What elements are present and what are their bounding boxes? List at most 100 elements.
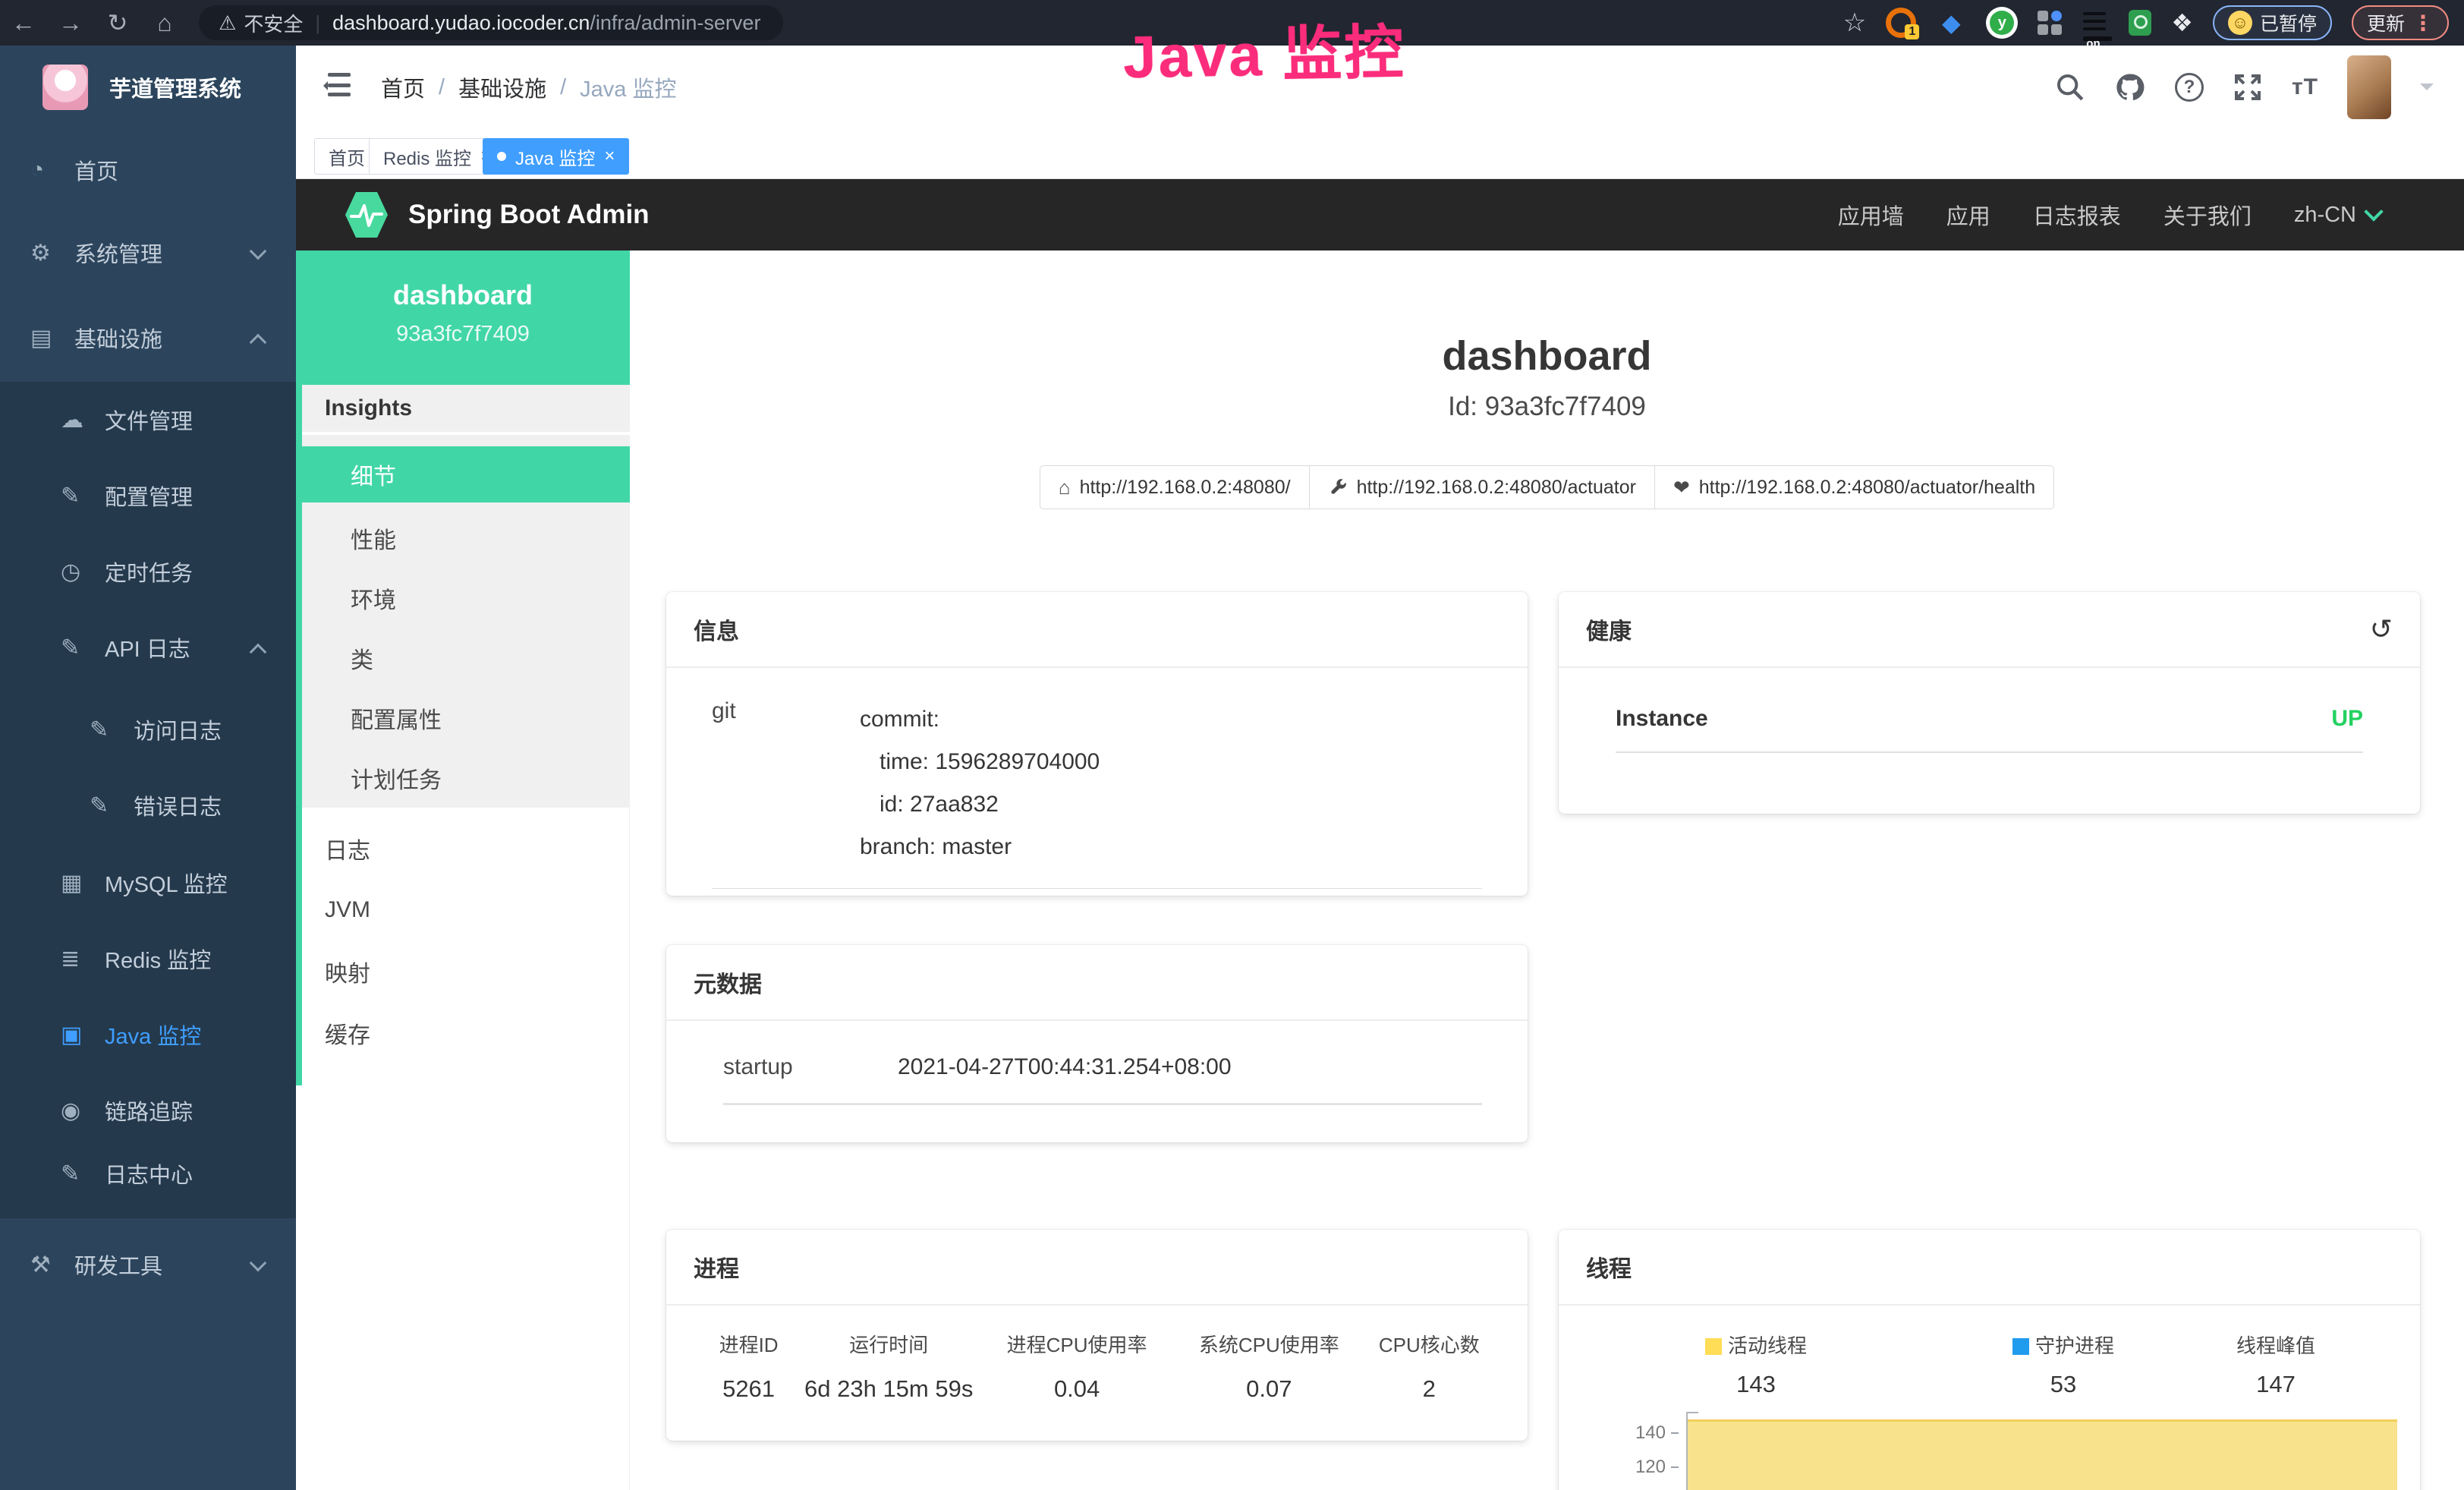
sba-item-caches[interactable]: 缓存: [302, 1003, 630, 1063]
fullscreen-icon[interactable]: [2233, 72, 2263, 102]
locale-select[interactable]: zh-CN: [2294, 203, 2381, 228]
uptime: 6d 23h 15m 59s: [801, 1375, 977, 1403]
sidebar-item-scheduled-jobs[interactable]: ◷ 定时任务: [0, 537, 296, 606]
not-secure-icon: ⚠: [219, 11, 236, 35]
status-badge: UP: [2331, 706, 2363, 732]
app-logo-row[interactable]: 芋道管理系统: [0, 46, 296, 129]
sidebar-item-error-log[interactable]: ✎ 错误日志: [0, 770, 296, 840]
emoji-face-icon: ☺: [2228, 11, 2252, 35]
log-edit-icon: ✎: [90, 717, 134, 743]
extension-grid-icon[interactable]: [2038, 11, 2062, 35]
chevron-up-icon: [250, 644, 267, 661]
sidebar-item-log-center[interactable]: ✎ 日志中心: [0, 1139, 296, 1208]
sba-item-environment[interactable]: 环境: [302, 570, 630, 626]
nav-app-wall[interactable]: 应用墙: [1838, 199, 1904, 231]
info-row-git: git commit: time: 1596289704000 id: 27aa…: [712, 698, 1482, 889]
instance-id: 93a3fc7f7409: [296, 322, 630, 347]
health-url-button[interactable]: ❤ http://192.168.0.2:48080/actuator/heal…: [1654, 465, 2054, 509]
sba-item-metrics[interactable]: 性能: [302, 510, 630, 566]
annotation-java-monitor: Java 监控: [1122, 5, 1406, 95]
extension-pin-icon[interactable]: ◆: [1936, 8, 1966, 38]
legend-daemon-threads: 守护进程: [1949, 1331, 2177, 1359]
tag-tab-bar: 首页 Redis 监控 × Java 监控 ×: [296, 129, 2464, 179]
instance-header[interactable]: dashboard 93a3fc7f7409: [296, 250, 630, 385]
breadcrumb: 首页 / 基础设施 / Java 监控: [381, 46, 676, 129]
peak-threads-value: 147: [2166, 1371, 2386, 1398]
sba-item-scheduled-tasks[interactable]: 计划任务: [302, 750, 630, 806]
search-icon[interactable]: [2055, 72, 2085, 102]
sidebar-item-home[interactable]: ◔ 首页: [0, 135, 296, 205]
app-logo: [42, 65, 88, 110]
ytick-140: 140: [1589, 1422, 1679, 1444]
cloud-icon: ☁: [61, 407, 105, 433]
instance-url-button[interactable]: ⌂ http://192.168.0.2:48080/: [1040, 465, 1310, 509]
sidebar-item-config-manage[interactable]: ✎ 配置管理: [0, 461, 296, 531]
tab-java-monitor[interactable]: Java 监控 ×: [483, 138, 629, 175]
address-bar[interactable]: ⚠ 不安全 | dashboard.yudao.iocoder.cn /infr…: [199, 5, 783, 40]
sidebar-item-access-log[interactable]: ✎ 访问日志: [0, 695, 296, 764]
avatar-caret-icon[interactable]: [2420, 83, 2434, 97]
breadcrumb-home[interactable]: 首页: [381, 71, 425, 103]
forward-icon[interactable]: →: [47, 9, 94, 37]
extension-y-icon[interactable]: y: [1986, 7, 2018, 39]
layers-icon: ≣: [61, 946, 105, 972]
sidebar-item-infra[interactable]: ▤ 基础设施: [0, 303, 296, 373]
user-avatar[interactable]: [2347, 55, 2391, 119]
sidebar-item-mysql-monitor[interactable]: ▦ MySQL 监控: [0, 848, 296, 918]
sba-item-mappings[interactable]: 映射: [302, 941, 630, 1002]
update-pill[interactable]: 更新 ⋮: [2352, 5, 2449, 40]
sba-navbar: Spring Boot Admin 应用墙 应用 日志报表 关于我们 zh-CN: [296, 179, 2464, 250]
close-icon[interactable]: ×: [604, 146, 615, 167]
sidebar-item-system[interactable]: ⚙ 系统管理: [0, 218, 296, 288]
extension-reader-icon[interactable]: [2129, 10, 2151, 36]
sidebar-item-api-log[interactable]: ✎ API 日志: [0, 613, 296, 682]
process-value-row: 5261 6d 23h 15m 59s 0.04 0.07 2: [697, 1375, 1497, 1403]
hamburger-icon[interactable]: [320, 73, 351, 100]
sba-main: dashboard Id: 93a3fc7f7409 ⌂ http://192.…: [630, 250, 2464, 1490]
paused-pill[interactable]: ☺ 已暂停: [2213, 5, 2332, 40]
home-icon[interactable]: ⌂: [141, 9, 188, 37]
extension-colorzilla-icon[interactable]: 1: [1886, 8, 1916, 38]
app-title: 芋道管理系统: [109, 71, 241, 103]
daemon-threads-value: 53: [1949, 1371, 2177, 1398]
history-icon[interactable]: ↺: [2370, 616, 2393, 643]
sba-item-logs[interactable]: 日志: [302, 818, 630, 879]
legend-peak-threads: 线程峰值: [2166, 1331, 2386, 1359]
reload-icon[interactable]: ↻: [94, 8, 141, 37]
health-card: 健康 ↺ Instance UP: [1559, 592, 2420, 814]
font-size-icon[interactable]: ᴛT: [2292, 74, 2318, 100]
nav-applications[interactable]: 应用: [1946, 199, 1990, 231]
edit-icon: ✎: [61, 483, 105, 509]
instance-links: ⌂ http://192.168.0.2:48080/ http://192.1…: [630, 465, 2464, 509]
extension-switch-icon[interactable]: on: [2082, 9, 2109, 36]
github-icon[interactable]: [2114, 71, 2146, 103]
sidebar-item-dev-tools[interactable]: ⚒ 研发工具: [0, 1230, 296, 1299]
sidebar-item-redis-monitor[interactable]: ≣ Redis 监控: [0, 924, 296, 994]
sba-item-classes[interactable]: 类: [302, 630, 630, 686]
nav-about[interactable]: 关于我们: [2163, 199, 2252, 231]
wrench-icon: [1328, 477, 1348, 497]
spring-boot-admin-logo[interactable]: [345, 191, 389, 239]
chevron-up-icon: [250, 334, 267, 351]
metadata-card: 元数据 startup 2021-04-27T00:44:31.254+08:0…: [666, 945, 1528, 1142]
card-title: 进程: [694, 1250, 739, 1284]
sidebar-item-java-monitor[interactable]: ▣ Java 监控: [0, 1000, 296, 1069]
chevron-down-icon: [250, 243, 267, 260]
puzzle-extensions-icon[interactable]: ❖: [2171, 8, 2193, 37]
back-icon[interactable]: ←: [0, 9, 47, 37]
sba-item-config-props[interactable]: 配置属性: [302, 690, 630, 746]
sidebar-item-file-manage[interactable]: ☁ 文件管理: [0, 385, 296, 455]
breadcrumb-infra[interactable]: 基础设施: [458, 71, 546, 103]
system-cpu: 0.07: [1177, 1375, 1361, 1403]
active-dot: [497, 152, 506, 161]
bookmark-star-icon[interactable]: ☆: [1843, 8, 1866, 38]
metadata-row-startup: startup 2021-04-27T00:44:31.254+08:00: [723, 1054, 1482, 1105]
help-icon[interactable]: ?: [2175, 73, 2204, 102]
sba-item-details[interactable]: 细节: [302, 446, 630, 502]
threads-chart: 140 120 100: [1589, 1412, 2397, 1490]
sba-item-jvm[interactable]: JVM: [302, 880, 630, 940]
sba-brand[interactable]: Spring Boot Admin: [408, 200, 650, 230]
actuator-url-button[interactable]: http://192.168.0.2:48080/actuator: [1309, 465, 1655, 509]
sidebar-item-tracing[interactable]: ◉ 链路追踪: [0, 1076, 296, 1145]
nav-log-report[interactable]: 日志报表: [2033, 199, 2121, 231]
